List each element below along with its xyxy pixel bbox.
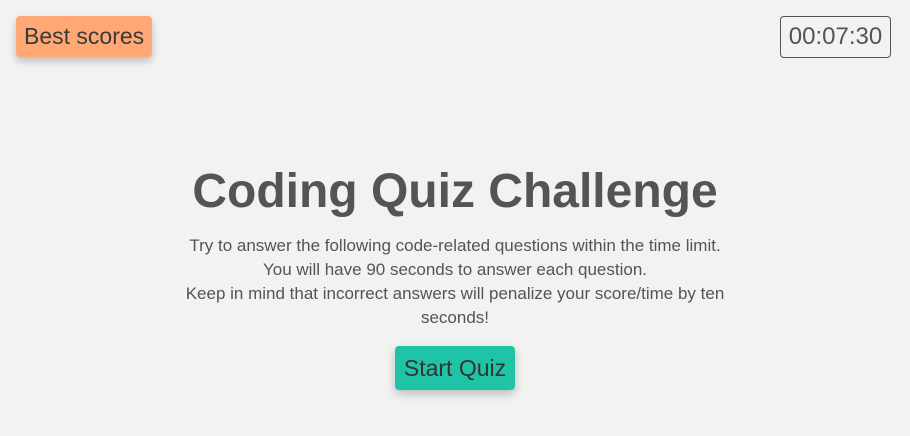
instruction-line: Keep in mind that incorrect answers will… xyxy=(185,284,725,327)
instructions: Try to answer the following code-related… xyxy=(165,234,745,330)
page-title: Coding Quiz Challenge xyxy=(192,165,718,218)
timer-display: 00:07:30 xyxy=(780,16,891,58)
instruction-line: You will have 90 seconds to answer each … xyxy=(262,260,647,279)
best-scores-button[interactable]: Best scores xyxy=(16,16,153,57)
instruction-line: Try to answer the following code-related… xyxy=(189,236,721,255)
start-quiz-button[interactable]: Start Quiz xyxy=(394,346,516,390)
quiz-intro: Coding Quiz Challenge Try to answer the … xyxy=(0,163,910,390)
